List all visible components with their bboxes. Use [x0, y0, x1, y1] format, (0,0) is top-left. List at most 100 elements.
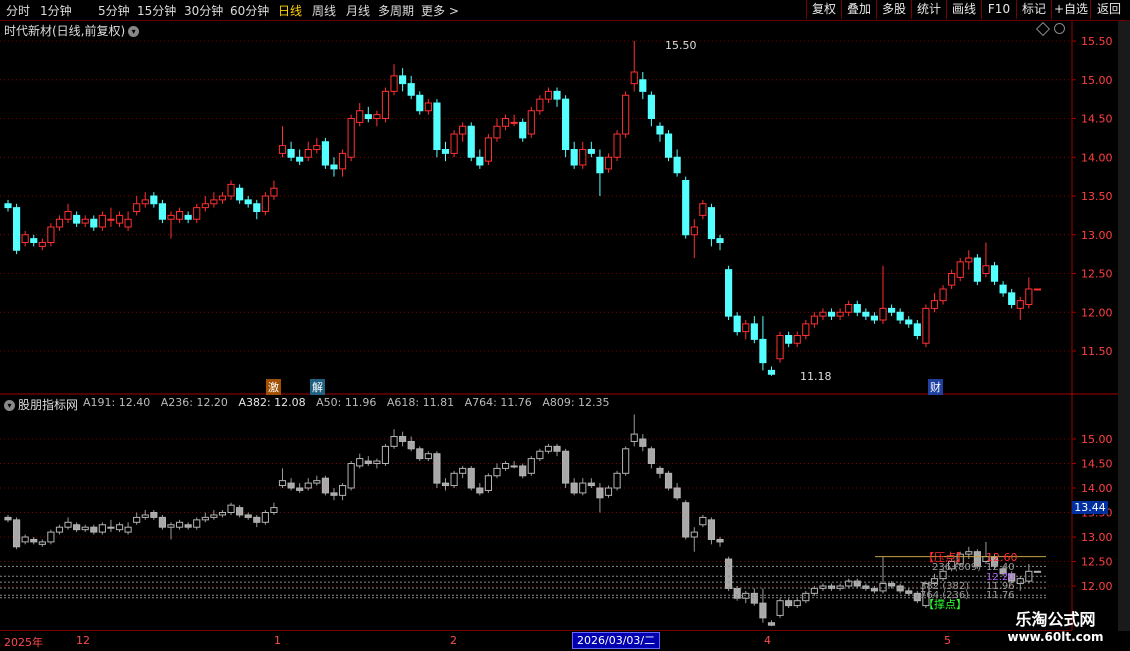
event-tag-3[interactable]: 财: [928, 379, 943, 395]
sub-candle-body: [733, 587, 741, 599]
sub-candle-body: [579, 482, 587, 494]
main-tick-label: 12.00: [1081, 306, 1113, 319]
candle-body: [990, 265, 999, 282]
circle-icon[interactable]: [1054, 23, 1065, 34]
main-tick-label: 14.50: [1081, 113, 1113, 126]
candle-body: [519, 121, 527, 139]
sub-candle-body: [218, 512, 227, 516]
sub-candle-body: [64, 521, 72, 528]
candle-body: [210, 199, 218, 205]
sub-candle-body: [38, 541, 46, 545]
sub-candle-body: [55, 526, 64, 533]
candle-body: [313, 145, 321, 150]
candle-body: [999, 284, 1007, 294]
candle-body: [150, 195, 158, 205]
sub-candle-body: [905, 590, 913, 594]
candle-body: [742, 323, 750, 333]
candle-body: [450, 133, 458, 154]
candle-body: [347, 118, 355, 158]
candle-body: [4, 203, 12, 209]
candle-body: [905, 319, 913, 325]
high-annotation: 15.50: [665, 39, 697, 52]
sub-candle-body: [47, 531, 55, 543]
sub-candle-body: [90, 526, 98, 533]
candle-body: [107, 218, 115, 221]
sub-candle-body: [158, 516, 167, 528]
sub-candle-body: [484, 475, 492, 491]
candle-body: [939, 288, 947, 302]
sub-candle-body: [193, 519, 201, 528]
candle-body: [381, 90, 390, 119]
sub-candle-body: [227, 504, 235, 513]
candle-body: [21, 234, 29, 243]
date-jan: 1: [274, 634, 281, 647]
sub-candle-body: [373, 460, 381, 464]
sub-candle-body: [596, 487, 604, 499]
level-value-3: 11.76: [986, 590, 1015, 601]
candle-body: [175, 211, 184, 220]
sub-candle-body: [501, 463, 510, 469]
right-side-strip[interactable]: [1118, 21, 1130, 631]
candle-body: [321, 141, 329, 166]
candle-body: [707, 207, 716, 240]
kline-chart[interactable]: 15.50 15.00 14.50 14.00 13.50 13.00 12.50 12.00…: [0, 0, 1130, 650]
candle-body: [956, 261, 964, 278]
candle-body: [73, 214, 81, 224]
candle-body: [570, 149, 578, 166]
candle-body: [236, 187, 244, 201]
indicator-dropdown-icon[interactable]: ▾: [4, 400, 15, 411]
watermark: 乐淘公式网 www.60lt.com: [998, 606, 1113, 644]
candle-body: [682, 180, 690, 236]
sub-candle-body: [707, 519, 716, 540]
candle-body: [639, 79, 647, 92]
sub-candle-body: [870, 587, 879, 592]
main-tick-label: 13.50: [1081, 190, 1113, 203]
sub-candle-body: [793, 600, 801, 607]
sub-grid: [0, 438, 1072, 587]
candle-body: [1033, 288, 1042, 291]
main-price-axis: 15.50 15.00 14.50 14.00 13.50 13.00 12.50 12.00…: [1072, 35, 1113, 358]
candle-body: [887, 307, 896, 313]
dropdown-icon[interactable]: ▾: [128, 26, 140, 37]
candle-body: [527, 110, 535, 135]
candle-body: [81, 218, 89, 224]
candle-body: [716, 238, 724, 243]
legend-a236: A236: 12.20: [160, 396, 228, 409]
overlay-labels: 【压点】 12.60 236 (809) 12.40 12.20 382 (38…: [920, 551, 1018, 611]
candle-body: [965, 257, 973, 263]
candle-body: [441, 149, 450, 154]
sub-candle-body: [184, 524, 192, 528]
candle-body: [253, 203, 261, 212]
sub-candle-body: [887, 583, 896, 587]
sub-candle-body: [519, 465, 527, 477]
sub-candle-body: [562, 450, 570, 484]
candle-body: [510, 121, 518, 124]
candle-body: [476, 156, 484, 166]
sub-candle-body: [4, 516, 12, 521]
sub-candle-body: [356, 458, 364, 467]
sub-candle-body: [630, 433, 638, 442]
candle-body: [913, 323, 921, 336]
candle-body: [827, 311, 836, 317]
sub-candle-body: [381, 445, 390, 465]
indicator-legend: A191: 12.40 A236: 12.20 A382: 12.08 A50:…: [83, 396, 617, 409]
candle-body: [630, 71, 638, 85]
candle-body: [193, 207, 201, 220]
sub-candle-body: [107, 526, 115, 529]
candle-body: [647, 94, 655, 119]
event-tag-2[interactable]: 解: [310, 379, 325, 395]
sub-candle-body: [321, 477, 329, 494]
candle-body: [373, 114, 381, 119]
main-tick-label: 14.00: [1081, 151, 1113, 164]
indicator-title: 股朋指标网: [18, 398, 79, 412]
event-tag-1[interactable]: 激: [266, 379, 281, 395]
sub-candle-body: [416, 448, 424, 460]
candle-body: [596, 156, 604, 174]
sub-candle-body: [150, 512, 158, 518]
sub-candle-body: [767, 622, 776, 626]
support-label: 【撑点】: [923, 597, 967, 611]
sub-candle-body: [656, 467, 664, 474]
sub-candle-body: [270, 507, 278, 514]
sub-candle-body: [287, 482, 295, 489]
main-grid: [0, 40, 1072, 352]
